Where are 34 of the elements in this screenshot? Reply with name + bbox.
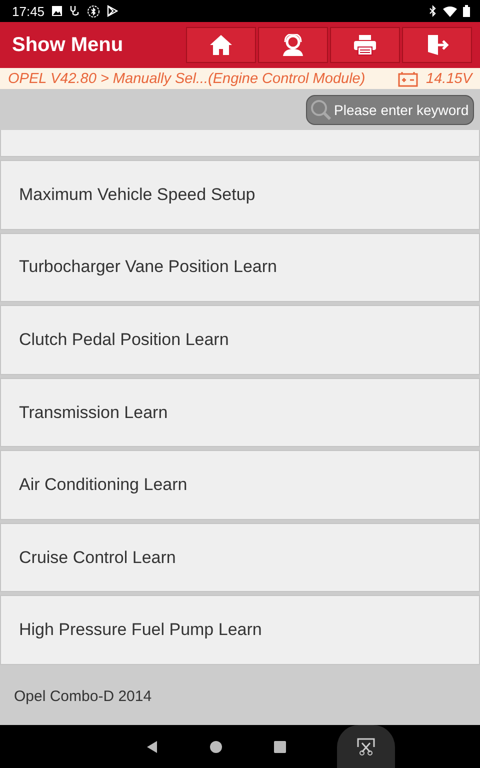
play-icon	[106, 5, 118, 17]
menu-item[interactable]: High Pressure Fuel Pump Learn	[0, 595, 480, 666]
wifi-icon	[443, 6, 457, 16]
headset-person-icon	[281, 34, 305, 56]
screenshot-button[interactable]	[337, 725, 395, 768]
battery-voltage-icon	[398, 70, 418, 86]
support-button[interactable]	[258, 27, 328, 63]
back-icon[interactable]	[145, 740, 159, 754]
breadcrumb-path: OPEL V42.80 > Manually Sel...(Engine Control Module)	[8, 70, 366, 86]
recents-icon[interactable]	[273, 740, 287, 754]
home-icon	[209, 34, 233, 56]
battery-voltage: 14.15V	[426, 70, 472, 86]
menu-item[interactable]: Transmission Learn	[0, 378, 480, 448]
menu-item[interactable]: Clutch Pedal Position Learn	[0, 305, 480, 375]
page-title: Show Menu	[12, 34, 124, 56]
menu-item[interactable]: Air Conditioning Learn	[0, 450, 480, 520]
menu-item[interactable]: Cruise Control Learn	[0, 522, 480, 592]
printer-icon	[353, 34, 377, 56]
home-button[interactable]	[186, 27, 256, 63]
menu-item[interactable]: Turbocharger Vane Position Learn	[0, 232, 480, 302]
stethoscope-icon	[68, 5, 81, 17]
search-field[interactable]: Please enter keyword	[306, 94, 474, 124]
image-icon	[50, 5, 63, 17]
vehicle-name: Opel Combo-D 2014	[14, 688, 152, 704]
exit-door-icon	[425, 34, 449, 56]
print-button[interactable]	[330, 27, 400, 63]
battery-icon	[463, 5, 470, 17]
home-circle-icon[interactable]	[209, 740, 223, 754]
screenshot-scissors-icon	[356, 736, 376, 756]
exit-button[interactable]	[402, 27, 472, 63]
menu-item[interactable]: Maximum Vehicle Speed Setup	[0, 160, 480, 230]
bluetooth-circle-icon	[86, 4, 100, 18]
bluetooth-icon	[429, 5, 437, 17]
clock: 17:45	[12, 4, 45, 18]
